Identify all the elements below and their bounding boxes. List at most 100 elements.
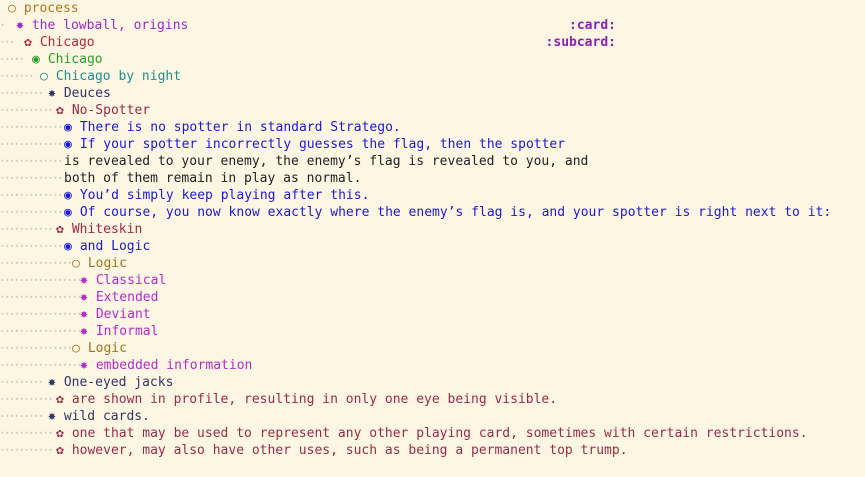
star-bullet-icon[interactable]: ✸ (80, 324, 88, 339)
star-bullet-icon[interactable]: ✸ (48, 409, 56, 424)
star-bullet-icon[interactable]: ✸ (80, 358, 88, 373)
outline-row[interactable]: ••••••••• ✸ wild cards. (0, 408, 865, 425)
flower-bullet-icon[interactable]: ✿ (56, 443, 64, 458)
outline-row[interactable]: ••••••••• ✸ Deuces (0, 85, 865, 102)
indent-guide: ••••••••••• (0, 429, 53, 438)
outline-heading: ✿ No-Spotter (56, 102, 150, 119)
indent-guide: ••••••••••• (0, 106, 53, 115)
open-circle-bullet-icon[interactable]: ○ (40, 69, 48, 84)
outline-row[interactable]: ••••••••••••••• ○ Logic (0, 255, 865, 272)
heading-text: Chicago (39, 35, 95, 50)
outline-heading: ✸ embedded information (80, 357, 252, 374)
flower-bullet-icon[interactable]: ✿ (56, 103, 64, 118)
outline-heading: ✸ Classical (80, 272, 166, 289)
filled-circle-bullet-icon[interactable]: ◉ (32, 52, 40, 67)
indent-guide: ••••••••••••••••• (0, 293, 82, 302)
outline-row[interactable]: ••••• ◉ Chicago (0, 51, 865, 68)
star-bullet-icon[interactable]: ✸ (80, 290, 88, 305)
outline-row[interactable]: ○ process (0, 0, 865, 17)
outline-row[interactable]: ••••••••••••• is revealed to your enemy, … (0, 153, 865, 170)
outline-row[interactable]: ••••••••••••• ◉ You’d simply keep playing … (0, 187, 865, 204)
heading-text: the lowball, origins (31, 18, 189, 33)
indent-guide: ••••••••••••• (0, 208, 63, 217)
outline-heading: ✸ One-eyed jacks (48, 374, 173, 391)
outline-heading: ○ Logic (72, 255, 127, 272)
heading-text: There is no spotter in standard Stratego… (79, 120, 401, 135)
org-tag[interactable]: :subcard: (546, 34, 616, 51)
heading-text: Of course, you now know exactly where th… (79, 205, 832, 220)
indent-guide: ••••••••• (0, 378, 44, 387)
filled-circle-bullet-icon[interactable]: ◉ (64, 205, 72, 220)
outline-heading: ◉ There is no spotter in standard Strateg… (64, 119, 401, 136)
outline-row[interactable]: ••••••••••••••••• ✸ Deviant (0, 306, 865, 323)
outline-heading: ◉ You’d simply keep playing after this. (64, 187, 369, 204)
heading-text: Chicago (47, 52, 103, 67)
outline-heading: ✸ wild cards. (48, 408, 150, 425)
outline-row[interactable]: ••••••••••••••••• ✸ Informal (0, 323, 865, 340)
heading-text: one that may be used to represent any ot… (71, 426, 808, 441)
indent-guide: ••••••••••••••••• (0, 310, 82, 319)
outline-heading: ✿ are shown in profile, resulting in only… (56, 391, 557, 408)
open-circle-bullet-icon[interactable]: ○ (8, 1, 16, 16)
outline-row[interactable]: ••••••••••• ✿ No-Spotter (0, 102, 865, 119)
outline-row[interactable]: ••••••••••• ✿ are shown in profile, result… (0, 391, 865, 408)
heading-text: Classical (95, 273, 167, 288)
star-bullet-icon[interactable]: ✸ (48, 86, 56, 101)
outline-heading: ✸ Deuces (48, 85, 111, 102)
outline-row[interactable]: ••••••••• ✸ One-eyed jacks (0, 374, 865, 391)
outline-row[interactable]: ••••••••••••• ◉ If your spotter incorrectl… (0, 136, 865, 153)
star-bullet-icon[interactable]: ✸ (80, 273, 88, 288)
outline-heading: ○ process (8, 0, 79, 17)
outline-heading: ✸ Extended (80, 289, 158, 306)
heading-text: process (23, 1, 79, 16)
outline-row[interactable]: ••••••••••• ✿ however, may also have other… (0, 442, 865, 459)
outline-row[interactable]: • ✸ the lowball, origins :card: (0, 17, 865, 34)
indent-guide: ••••••••••••••••• (0, 276, 82, 285)
flower-bullet-icon[interactable]: ✿ (56, 426, 64, 441)
outline-row[interactable]: ••••••••••••• both of them remain in play… (0, 170, 865, 187)
star-bullet-icon[interactable]: ✸ (48, 375, 56, 390)
open-circle-bullet-icon[interactable]: ○ (72, 341, 80, 356)
heading-text: is revealed to your enemy, the enemy’s f… (64, 154, 589, 169)
indent-guide: ••••••••••••• (0, 157, 63, 166)
filled-circle-bullet-icon[interactable]: ◉ (64, 120, 72, 135)
indent-guide: ••••• (0, 55, 25, 64)
flower-bullet-icon[interactable]: ✿ (56, 392, 64, 407)
outline-row[interactable]: ••••••••••• ✿ one that may be used to repr… (0, 425, 865, 442)
heading-text: and Logic (79, 239, 151, 254)
star-bullet-icon[interactable]: ✸ (16, 18, 24, 33)
outline-row[interactable]: ••••••••••••••• ○ Logic (0, 340, 865, 357)
outline-row[interactable]: ••••••••••••••••• ✸ Extended (0, 289, 865, 306)
outline-row[interactable]: ••••••••••••• ◉ and Logic (0, 238, 865, 255)
outline-heading: ✿ Chicago (24, 34, 95, 51)
heading-text: Logic (87, 256, 127, 271)
heading-text: Deuces (63, 86, 111, 101)
outline-heading: both of them remain in play as normal. (64, 170, 361, 187)
indent-guide: ••••••••• (0, 89, 44, 98)
filled-circle-bullet-icon[interactable]: ◉ (64, 137, 72, 152)
flower-bullet-icon[interactable]: ✿ (24, 35, 32, 50)
outline-row[interactable]: ••••••••••••• ◉ There is no spotter in sta… (0, 119, 865, 136)
outline-row[interactable]: ••••••• ○ Chicago by night (0, 68, 865, 85)
star-bullet-icon[interactable]: ✸ (80, 307, 88, 322)
filled-circle-bullet-icon[interactable]: ◉ (64, 239, 72, 254)
flower-bullet-icon[interactable]: ✿ (56, 222, 64, 237)
indent-guide: ••••••••••••••• (0, 344, 73, 353)
filled-circle-bullet-icon[interactable]: ◉ (64, 188, 72, 203)
outline-row[interactable]: ••••••••••• ✿ Whiteskin (0, 221, 865, 238)
indent-guide: ••••••• (0, 72, 34, 81)
indent-guide: ••••••••••••• (0, 140, 63, 149)
outline-row[interactable]: ••••••••••••••••• ✸ embedded information (0, 357, 865, 374)
indent-guide: • (0, 21, 5, 30)
outline-row[interactable]: ••••••••••••• ◉ Of course, you now know ex… (0, 204, 865, 221)
org-tag[interactable]: :card: (569, 17, 616, 34)
open-circle-bullet-icon[interactable]: ○ (72, 256, 80, 271)
heading-text: You’d simply keep playing after this. (79, 188, 370, 203)
indent-guide: ••• (0, 38, 15, 47)
heading-text: Informal (95, 324, 159, 339)
outline-row[interactable]: ••• ✿ Chicago :subcard: (0, 34, 865, 51)
outline-row[interactable]: ••••••••••••••••• ✸ Classical (0, 272, 865, 289)
outline-heading: ✿ however, may also have other uses, such… (56, 442, 628, 459)
outline-heading: ✸ Informal (80, 323, 158, 340)
org-outline: ○ process • ✸ the lowball, origins :card: ••• ✿… (0, 0, 865, 459)
